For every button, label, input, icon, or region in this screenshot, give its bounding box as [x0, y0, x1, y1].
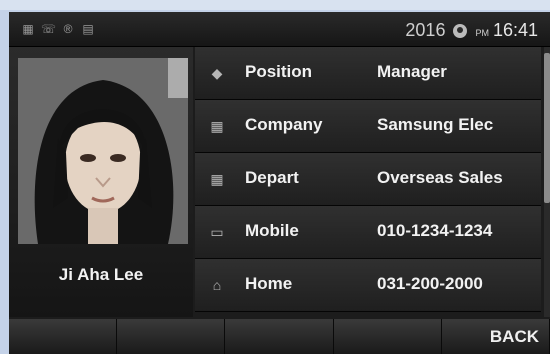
- mobile-icon: ▭: [210, 224, 224, 240]
- status-right: 2016 PM 16:41: [405, 20, 538, 41]
- contact-photo-panel: Ji Aha Lee: [9, 47, 193, 317]
- phone-screen: ▦ ☏ ® ▤ 2016 PM 16:41 Ji Aha Lee ◆ Posit…: [9, 12, 550, 354]
- detail-label: Home: [245, 274, 293, 293]
- detail-row-home[interactable]: ⌂ Home 031-200-2000: [195, 259, 541, 312]
- detail-row-position[interactable]: ◆ Position Manager: [195, 47, 541, 100]
- message-icon: ▤: [82, 22, 94, 36]
- status-bar: ▦ ☏ ® ▤ 2016 PM 16:41: [9, 12, 550, 47]
- home-icon: ⌂: [212, 277, 222, 293]
- detail-value: Overseas Sales: [377, 168, 503, 187]
- contact-photo[interactable]: [18, 58, 188, 244]
- softkey-2[interactable]: [117, 319, 226, 354]
- position-icon: ◆: [211, 65, 223, 81]
- depart-icon: ▦: [210, 171, 224, 187]
- softkey-1[interactable]: [9, 319, 118, 354]
- detail-label: Position: [245, 62, 313, 81]
- contact-name: Ji Aha Lee: [58, 265, 144, 284]
- scrollbar[interactable]: [544, 47, 550, 317]
- detail-label: Depart: [245, 168, 299, 187]
- network-icon: ▦: [22, 22, 34, 36]
- r-icon: ®: [63, 22, 73, 36]
- detail-label: Mobile: [245, 221, 299, 240]
- company-icon: ▦: [210, 118, 224, 134]
- status-icons: ▦ ☏ ® ▤: [21, 22, 95, 36]
- scrollbar-thumb[interactable]: [544, 53, 550, 203]
- status-ampm: PM: [475, 27, 489, 38]
- back-button[interactable]: BACK: [441, 319, 550, 354]
- softkey-bar: BACK: [9, 319, 550, 354]
- contact-details-list: ◆ Position Manager ▦ Company Samsung Ele…: [195, 47, 541, 312]
- detail-value: 031-200-2000: [377, 274, 483, 293]
- detail-value: 010-1234-1234: [377, 221, 493, 240]
- detail-row-company[interactable]: ▦ Company Samsung Elec: [195, 100, 541, 153]
- detail-value: Manager: [377, 62, 447, 81]
- status-time: 16:41: [492, 20, 538, 40]
- phone-icon: ☏: [41, 22, 57, 36]
- detail-label: Company: [245, 115, 323, 134]
- device-bezel: [0, 0, 550, 10]
- status-year: 2016: [405, 20, 446, 40]
- softkey-3[interactable]: [225, 319, 334, 354]
- detail-row-mobile[interactable]: ▭ Mobile 010-1234-1234: [195, 206, 541, 259]
- alarm-icon: [453, 23, 468, 38]
- softkey-4[interactable]: [333, 319, 442, 354]
- detail-row-depart[interactable]: ▦ Depart Overseas Sales: [195, 153, 541, 206]
- detail-value: Samsung Elec: [377, 115, 494, 134]
